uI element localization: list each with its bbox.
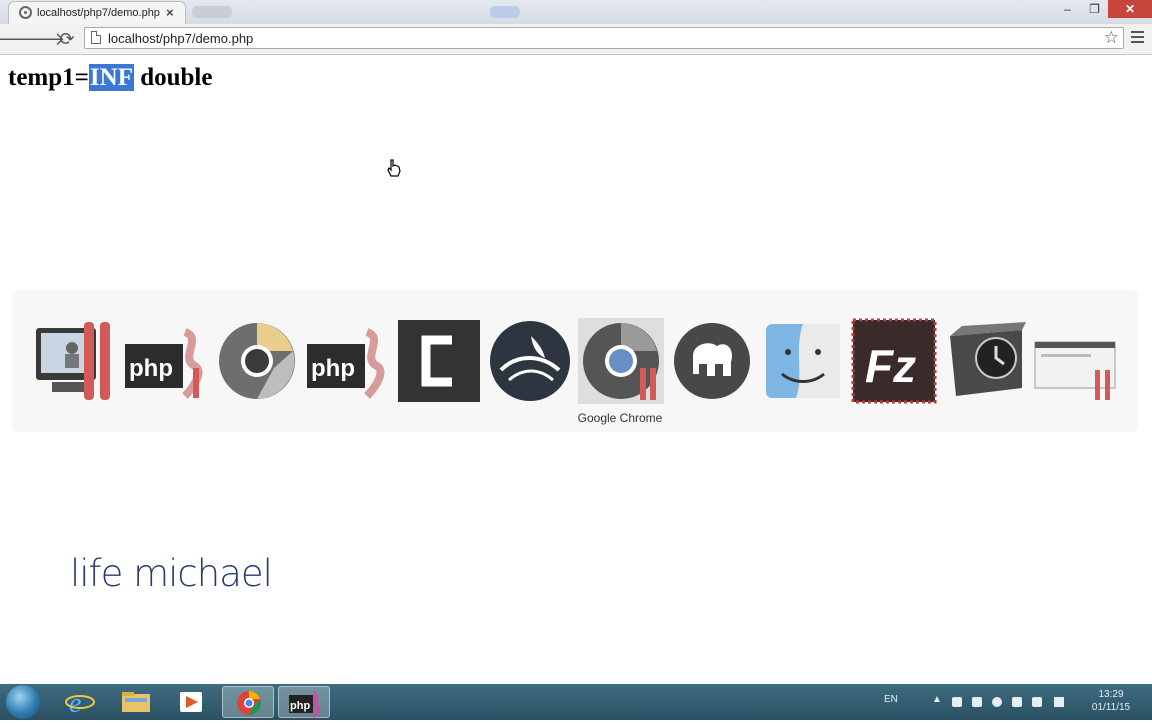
- volume-icon[interactable]: [1054, 697, 1064, 707]
- chrome-icon: [219, 323, 295, 399]
- start-button[interactable]: [6, 685, 40, 719]
- camtasia-icon: [398, 320, 480, 402]
- bookmark-star-icon[interactable]: ☆: [1104, 28, 1119, 48]
- svg-text:Fz: Fz: [865, 340, 916, 392]
- selected-text[interactable]: INF: [88, 64, 134, 91]
- taskbar-media-player[interactable]: [166, 686, 218, 718]
- windows-logo-icon[interactable]: [972, 697, 982, 707]
- filezilla-icon: Fz: [851, 318, 937, 404]
- restore-icon[interactable]: ❐: [1081, 0, 1108, 18]
- dock-item[interactable]: [760, 318, 846, 404]
- svg-text:php: php: [290, 700, 310, 712]
- browser-toolbar: 🡐 🡒 ⟳ localhost/php7/demo.php ☆: [0, 24, 1152, 55]
- app-dock: php php Google Chrome Fz: [12, 290, 1138, 432]
- windows-taskbar: e php EN ▲ 13:29 01/11/15: [0, 684, 1152, 720]
- dock-item[interactable]: php: [305, 318, 391, 404]
- system-tray: EN ▲: [880, 684, 1080, 720]
- svg-text:e: e: [69, 688, 81, 718]
- close-tab-icon[interactable]: ×: [166, 5, 174, 20]
- browser-titlebar: localhost/php7/demo.php × – ❐ ✕: [0, 0, 1152, 25]
- dock-item[interactable]: [942, 318, 1028, 404]
- phpstorm-icon: php: [125, 328, 203, 399]
- background-tab[interactable]: [192, 6, 232, 18]
- taskbar-ie[interactable]: e: [54, 686, 106, 719]
- action-center-flag-icon[interactable]: [952, 697, 962, 707]
- mamp-icon: [674, 323, 750, 399]
- output-suffix: double: [133, 64, 213, 91]
- taskbar-phpstorm[interactable]: php: [278, 686, 330, 719]
- clock[interactable]: 13:29 01/11/15: [1080, 688, 1142, 714]
- device-icon[interactable]: [1012, 697, 1022, 707]
- svg-text:php: php: [311, 355, 355, 382]
- taskbar-chrome[interactable]: [222, 686, 274, 718]
- address-bar[interactable]: localhost/php7/demo.php ☆: [84, 27, 1124, 49]
- clock-date: 01/11/15: [1091, 702, 1131, 713]
- browser-tab[interactable]: localhost/php7/demo.php ×: [8, 1, 186, 25]
- background-tab[interactable]: [490, 6, 520, 18]
- finder-icon: [766, 324, 840, 398]
- minimize-icon[interactable]: –: [1054, 0, 1081, 18]
- dock-item[interactable]: [214, 318, 300, 404]
- internet-explorer-icon: e: [65, 688, 95, 719]
- hand-cursor-icon: [387, 159, 401, 177]
- taskbar-explorer[interactable]: [110, 686, 162, 718]
- watermark-text: life michael: [70, 552, 273, 595]
- loading-icon: [19, 6, 32, 19]
- page-icon: [91, 31, 101, 44]
- close-window-icon[interactable]: ✕: [1108, 0, 1152, 18]
- reload-icon[interactable]: ⟳: [57, 29, 77, 49]
- dock-item[interactable]: [1033, 318, 1119, 404]
- chrome-menu-icon[interactable]: [1131, 31, 1144, 45]
- tab-title: localhost/php7/demo.php: [37, 7, 160, 19]
- openoffice-icon: [490, 321, 570, 401]
- clock-time: 13:29: [1098, 689, 1124, 700]
- language-indicator[interactable]: EN: [884, 694, 898, 705]
- phpstorm-icon: php: [307, 328, 385, 399]
- network-icon[interactable]: [1032, 697, 1042, 707]
- php-output-line: temp1=INF double: [8, 64, 212, 92]
- sync-icon[interactable]: [992, 697, 1002, 707]
- output-prefix: temp1=: [8, 64, 89, 91]
- url-text[interactable]: localhost/php7/demo.php: [108, 31, 253, 46]
- time-machine-icon: [950, 322, 1026, 396]
- window-preview-icon: [1034, 341, 1116, 400]
- dock-hover-label: Google Chrome: [577, 411, 663, 425]
- dock-item[interactable]: [669, 318, 755, 404]
- dock-item[interactable]: php: [123, 318, 209, 404]
- dock-item[interactable]: [32, 318, 118, 404]
- dock-item-chrome-hovered[interactable]: [578, 318, 664, 404]
- dock-item[interactable]: [396, 318, 482, 404]
- chrome-icon: [578, 318, 664, 404]
- show-hidden-icons-icon[interactable]: ▲: [932, 694, 942, 705]
- window-controls: – ❐ ✕: [1054, 0, 1152, 18]
- media-player-icon: [180, 692, 202, 712]
- forward-arrow-icon[interactable]: 🡒: [17, 29, 65, 49]
- dock-item[interactable]: Fz: [851, 318, 937, 404]
- folder-icon: [122, 692, 150, 712]
- svg-text:php: php: [129, 355, 173, 382]
- phpstorm-icon: php: [289, 691, 321, 719]
- dock-item[interactable]: [487, 318, 573, 404]
- chrome-icon: [237, 691, 261, 715]
- vm-display-icon: [36, 322, 110, 400]
